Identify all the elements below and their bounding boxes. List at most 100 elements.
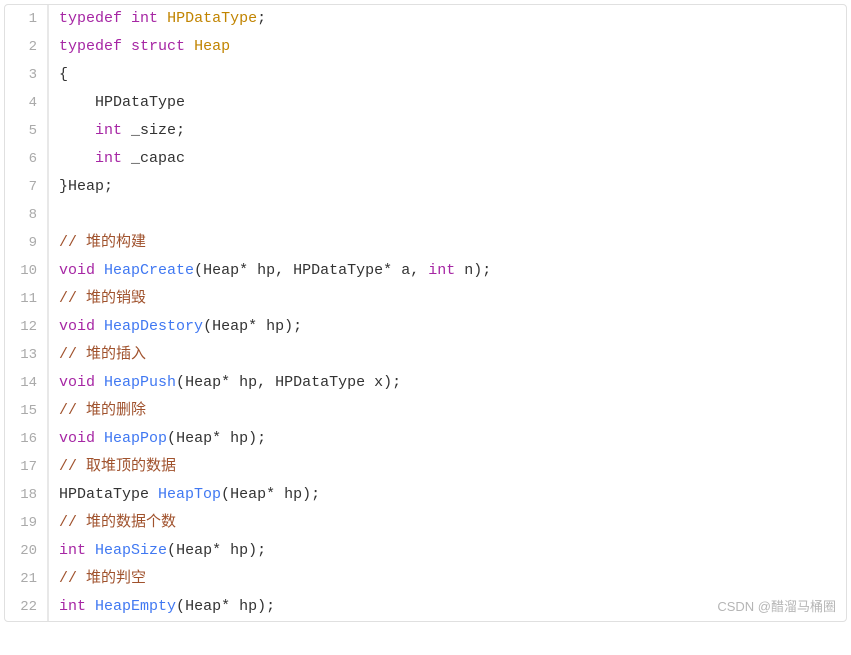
code-token: hp <box>266 318 284 335</box>
code-token: { <box>59 66 68 83</box>
code-token: void <box>59 262 95 279</box>
code-token: hp <box>284 486 302 503</box>
code-token: hp <box>239 598 257 615</box>
code-token: HeapDestory <box>104 318 203 335</box>
code-token <box>122 10 131 27</box>
line-number: 8 <box>5 201 47 229</box>
code-content: void HeapDestory(Heap* hp); <box>49 313 302 341</box>
code-line: 11 // 堆的销毁 <box>5 285 846 313</box>
code-token: // 堆的判空 <box>59 570 146 587</box>
code-content: // 堆的插入 <box>49 341 146 369</box>
code-content <box>49 201 59 229</box>
code-token: ); <box>248 430 266 447</box>
code-line: 18HPDataType HeapTop(Heap* hp); <box>5 481 846 509</box>
code-line: 15 // 堆的删除 <box>5 397 846 425</box>
line-number: 10 <box>5 257 47 285</box>
line-number: 13 <box>5 341 47 369</box>
code-token: // 堆的数据个数 <box>59 514 176 531</box>
code-token: * <box>266 486 275 503</box>
code-token: ( <box>221 486 230 503</box>
code-token: ( <box>176 598 185 615</box>
code-line: 2typedef struct Heap <box>5 33 846 61</box>
code-content: typedef struct Heap <box>49 33 230 61</box>
code-token: HeapPop <box>104 430 167 447</box>
code-token: ( <box>194 262 203 279</box>
code-token: Heap <box>194 38 230 55</box>
code-token: * <box>212 430 221 447</box>
code-line: 9 // 堆的构建 <box>5 229 846 257</box>
code-token: int <box>59 598 86 615</box>
line-number: 2 <box>5 33 47 61</box>
code-token: Heap <box>230 486 266 503</box>
code-token: Heap <box>212 318 248 335</box>
code-token <box>122 122 131 139</box>
code-token: * <box>239 262 248 279</box>
code-line: 10void HeapCreate(Heap* hp, HPDataType* … <box>5 257 846 285</box>
code-token <box>86 542 95 559</box>
code-token: } <box>59 178 68 195</box>
code-token: HeapCreate <box>104 262 194 279</box>
code-token <box>95 374 104 391</box>
code-line: 4 HPDataType <box>5 89 846 117</box>
code-token <box>275 486 284 503</box>
code-token: // 堆的插入 <box>59 346 146 363</box>
code-token: typedef <box>59 38 122 55</box>
code-line: 17// 取堆顶的数据 <box>5 453 846 481</box>
code-token <box>221 430 230 447</box>
code-content: int HeapEmpty(Heap* hp); <box>49 593 275 621</box>
code-token: Heap <box>68 178 104 195</box>
line-number: 3 <box>5 61 47 89</box>
code-token: ; <box>104 178 113 195</box>
code-token: // 堆的销毁 <box>59 290 146 307</box>
code-token: // 堆的构建 <box>59 234 146 251</box>
code-token: HPDataType <box>167 10 257 27</box>
line-number: 21 <box>5 565 47 593</box>
code-token: int <box>428 262 455 279</box>
code-line: 3{ <box>5 61 846 89</box>
code-content: // 取堆顶的数据 <box>49 453 176 481</box>
code-token: Heap <box>185 374 221 391</box>
code-content: { <box>49 61 68 89</box>
line-number: 15 <box>5 397 47 425</box>
code-token: // 堆的删除 <box>59 402 146 419</box>
code-token: * <box>383 262 392 279</box>
code-token: int <box>95 122 122 139</box>
line-number: 22 <box>5 593 47 621</box>
code-token: ); <box>302 486 320 503</box>
line-number: 17 <box>5 453 47 481</box>
code-token: Heap <box>176 430 212 447</box>
code-token <box>149 486 158 503</box>
code-token <box>185 38 194 55</box>
code-token <box>95 430 104 447</box>
code-token: int <box>95 150 122 167</box>
code-content: void HeapPush(Heap* hp, HPDataType x); <box>49 369 401 397</box>
code-line: 7}Heap; <box>5 173 846 201</box>
code-token <box>59 122 95 139</box>
code-line: 6 int _capac <box>5 145 846 173</box>
code-line: 13 // 堆的插入 <box>5 341 846 369</box>
code-content: HPDataType HeapTop(Heap* hp); <box>49 481 320 509</box>
code-line: 14void HeapPush(Heap* hp, HPDataType x); <box>5 369 846 397</box>
code-token: HPDataType <box>293 262 383 279</box>
code-token <box>392 262 401 279</box>
code-content: // 堆的销毁 <box>49 285 146 313</box>
line-number: 11 <box>5 285 47 313</box>
code-token: struct <box>131 38 185 55</box>
line-number: 9 <box>5 229 47 257</box>
line-number: 7 <box>5 173 47 201</box>
code-content: }Heap; <box>49 173 113 201</box>
code-token: ); <box>383 374 401 391</box>
code-token: HeapPush <box>104 374 176 391</box>
code-token: typedef <box>59 10 122 27</box>
code-content: // 堆的数据个数 <box>49 509 176 537</box>
code-token: void <box>59 374 95 391</box>
code-token: HPDataType <box>95 94 185 111</box>
code-token <box>221 542 230 559</box>
code-token: ( <box>167 542 176 559</box>
code-token <box>248 262 257 279</box>
code-token <box>230 374 239 391</box>
code-token: HeapSize <box>95 542 167 559</box>
line-number: 4 <box>5 89 47 117</box>
code-token: hp <box>239 374 257 391</box>
code-token <box>257 318 266 335</box>
